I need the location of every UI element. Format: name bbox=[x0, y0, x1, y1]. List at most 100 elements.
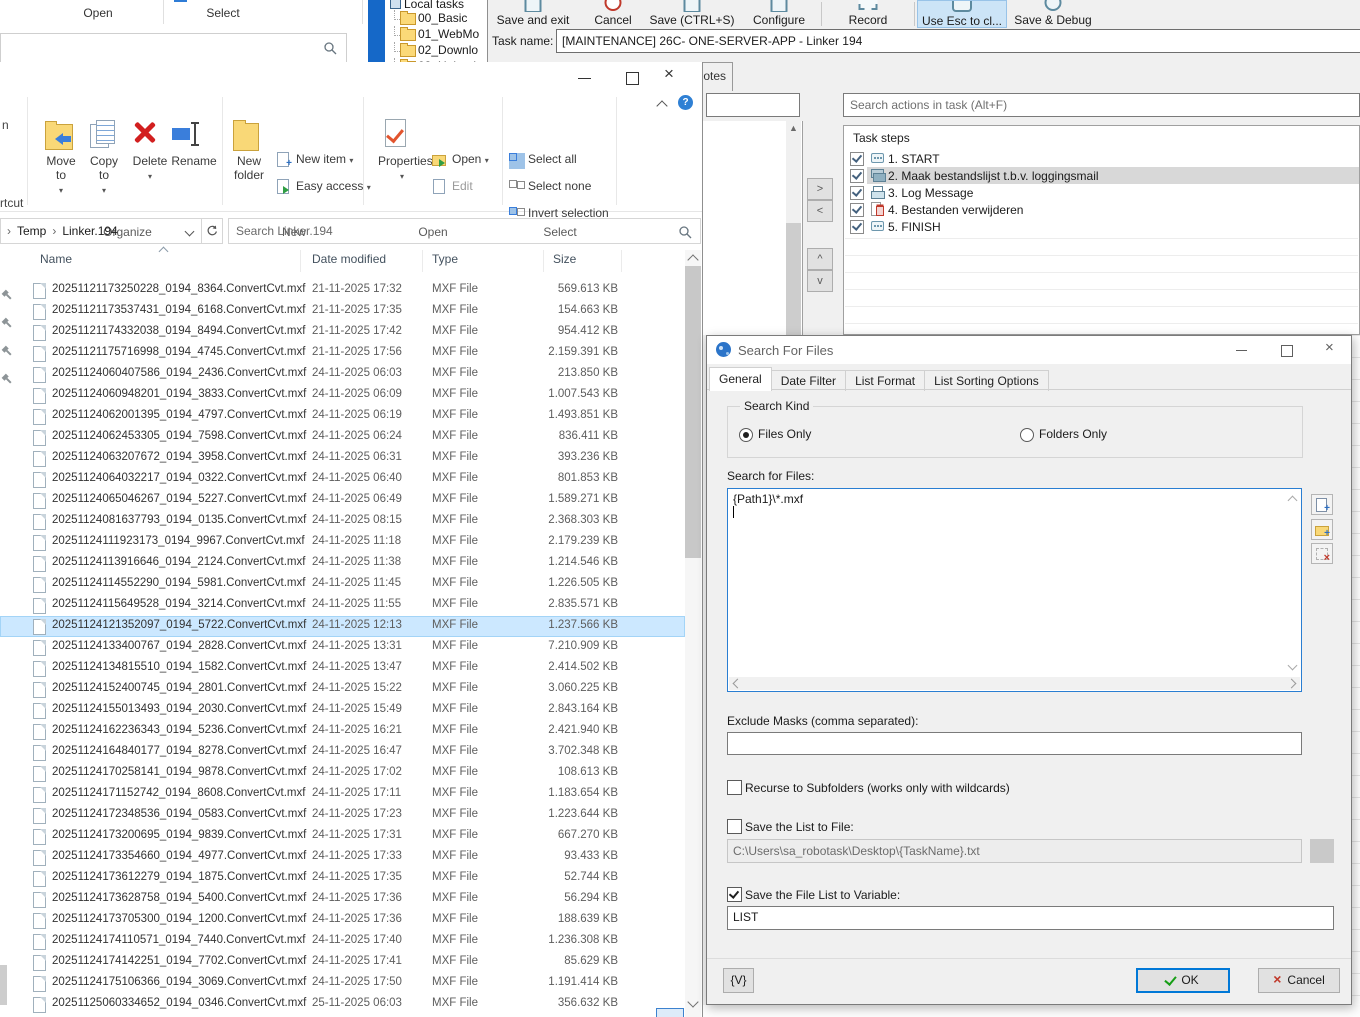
explorer-search-input[interactable]: Search Linker.194 bbox=[228, 218, 701, 244]
step-checkbox[interactable] bbox=[850, 152, 864, 166]
step-checkbox[interactable] bbox=[850, 169, 864, 183]
file-row[interactable]: 20251121174332038_0194_8494.ConvertCvt.m… bbox=[0, 322, 685, 343]
file-row[interactable]: 20251121173250228_0194_8364.ConvertCvt.m… bbox=[0, 280, 685, 301]
column-divider[interactable] bbox=[300, 250, 301, 272]
scroll-up-icon[interactable] bbox=[687, 254, 698, 265]
radio-option-files-only[interactable]: Files Only bbox=[739, 427, 811, 441]
breadcrumb-linker194[interactable]: Linker.194 bbox=[62, 224, 117, 238]
file-row[interactable]: 20251124115649528_0194_3214.ConvertCvt.m… bbox=[0, 595, 685, 616]
file-row[interactable]: 20251124155013493_0194_2030.ConvertCvt.m… bbox=[0, 700, 685, 721]
variable-name-input[interactable]: LIST bbox=[727, 906, 1334, 930]
file-row[interactable]: 20251124174110571_0194_7440.ConvertCvt.m… bbox=[0, 931, 685, 952]
actions-scrollbar[interactable]: ▲ bbox=[786, 121, 801, 335]
column-header-name[interactable]: Name bbox=[40, 252, 72, 266]
rename-button[interactable]: Rename bbox=[170, 116, 218, 168]
file-row[interactable]: 20251124060948201_0194_3833.ConvertCvt.m… bbox=[0, 385, 685, 406]
nav-scrollbar-fragment[interactable] bbox=[0, 965, 7, 1005]
file-row[interactable]: 20251124063207672_0194_3958.ConvertCvt.m… bbox=[0, 448, 685, 469]
file-row[interactable]: 20251124173628758_0194_5400.ConvertCvt.m… bbox=[0, 889, 685, 910]
horizontal-scrollbar[interactable] bbox=[729, 677, 1300, 690]
scrollbar-thumb[interactable] bbox=[786, 223, 801, 335]
file-row[interactable]: 20251124174142251_0194_7702.ConvertCvt.m… bbox=[0, 952, 685, 973]
tree-folder-01_WebMo[interactable]: 01_WebMo bbox=[385, 26, 487, 42]
delete-mask-button[interactable]: × bbox=[1311, 543, 1333, 564]
file-row[interactable]: 20251124134815510_0194_1582.ConvertCvt.m… bbox=[0, 658, 685, 679]
radio-option-folders-only[interactable]: Folders Only bbox=[1020, 427, 1107, 441]
step-checkbox[interactable] bbox=[850, 186, 864, 200]
tab-general[interactable]: General bbox=[709, 367, 772, 391]
tab-list-sorting-options[interactable]: List Sorting Options bbox=[924, 370, 1049, 391]
breadcrumb[interactable]: ›Temp›Linker.194 bbox=[0, 218, 202, 244]
scroll-up-icon[interactable]: ▲ bbox=[786, 121, 801, 136]
dialog-titlebar[interactable]: Search For Files × bbox=[707, 336, 1351, 364]
file-row[interactable]: 20251124062001395_0194_4797.ConvertCvt.m… bbox=[0, 406, 685, 427]
move-step-down-button[interactable]: v bbox=[807, 270, 833, 292]
scroll-down-icon[interactable] bbox=[1288, 661, 1298, 671]
easy-access-button[interactable]: Easy access ▾ bbox=[276, 179, 371, 201]
open-button[interactable]: Open ▾ bbox=[432, 152, 489, 174]
tab-date-filter[interactable]: Date Filter bbox=[771, 370, 846, 391]
task-step[interactable]: 5. FINISH bbox=[844, 218, 1359, 235]
step-body[interactable]: 1. START bbox=[867, 150, 1359, 167]
task-step[interactable]: 4. Bestanden verwijderen bbox=[844, 201, 1359, 218]
file-row[interactable]: 20251124175106366_0194_3069.ConvertCvt.m… bbox=[0, 973, 685, 994]
file-row[interactable]: 20251124081637793_0194_0135.ConvertCvt.m… bbox=[0, 511, 685, 532]
save-list-to-variable-checkbox[interactable] bbox=[727, 887, 742, 902]
select-all-button[interactable]: Select all bbox=[508, 152, 577, 174]
file-row[interactable]: 20251124121352097_0194_5722.ConvertCvt.m… bbox=[0, 616, 685, 637]
minimize-icon[interactable] bbox=[578, 78, 591, 79]
step-body[interactable]: 3. Log Message bbox=[867, 184, 1359, 201]
variables-button[interactable]: {V} bbox=[723, 968, 754, 993]
file-row[interactable]: 20251124113916646_0194_2124.ConvertCvt.m… bbox=[0, 553, 685, 574]
column-divider[interactable] bbox=[422, 250, 423, 272]
file-row[interactable]: 20251124173354660_0194_4977.ConvertCvt.m… bbox=[0, 847, 685, 868]
minimize-icon[interactable] bbox=[1236, 350, 1247, 351]
save-list-to-file-checkbox[interactable] bbox=[727, 819, 742, 834]
copy-to-button[interactable]: Copy to▾ bbox=[84, 116, 124, 196]
task-step[interactable]: 3. Log Message bbox=[844, 184, 1359, 201]
rt-debug-button[interactable]: Save & Debug bbox=[1007, 0, 1099, 28]
rt-record-button[interactable]: Record bbox=[824, 0, 912, 28]
add-file-mask-button[interactable]: + bbox=[1311, 494, 1333, 515]
file-row[interactable]: 20251124114552290_0194_5981.ConvertCvt.m… bbox=[0, 574, 685, 595]
file-row[interactable]: 20251124111923173_0194_9967.ConvertCvt.m… bbox=[0, 532, 685, 553]
rt-configure-button[interactable]: Configure bbox=[739, 0, 819, 28]
actions-filter-input[interactable] bbox=[706, 93, 800, 117]
add-step-button[interactable]: > bbox=[807, 178, 833, 200]
search-pattern-textarea[interactable]: {Path1}\*.mxf bbox=[727, 488, 1302, 692]
column-divider[interactable] bbox=[621, 250, 622, 272]
file-row[interactable]: 20251125060334652_0194_0346.ConvertCvt.m… bbox=[0, 994, 685, 1015]
task-step[interactable]: 2. Maak bestandslijst t.b.v. loggingsmai… bbox=[844, 167, 1359, 184]
task-name-input[interactable]: [MAINTENANCE] 26C- ONE-SERVER-APP - Link… bbox=[556, 29, 1360, 53]
rt-save-button[interactable]: Save (CTRL+S) bbox=[645, 0, 739, 28]
file-row[interactable]: 20251124170258141_0194_9878.ConvertCvt.m… bbox=[0, 763, 685, 784]
file-row[interactable]: 20251124171152742_0194_8608.ConvertCvt.m… bbox=[0, 784, 685, 805]
step-checkbox[interactable] bbox=[850, 203, 864, 217]
remove-step-button[interactable]: < bbox=[807, 200, 833, 222]
file-row[interactable]: 20251124062453305_0194_7598.ConvertCvt.m… bbox=[0, 427, 685, 448]
rt-save-exit-button[interactable]: Save and exit bbox=[485, 0, 581, 28]
move-to-button[interactable]: Move to▾ bbox=[41, 116, 81, 196]
browse-button[interactable] bbox=[1310, 839, 1334, 863]
scroll-left-icon[interactable] bbox=[733, 679, 743, 689]
file-row[interactable]: 20251124133400767_0194_2828.ConvertCvt.m… bbox=[0, 637, 685, 658]
select-none-button[interactable]: Select none bbox=[508, 179, 591, 201]
file-row[interactable]: 20251124162236343_0194_5236.ConvertCvt.m… bbox=[0, 721, 685, 742]
breadcrumb-temp[interactable]: Temp bbox=[17, 224, 46, 238]
maximize-icon[interactable] bbox=[626, 72, 639, 85]
file-row[interactable]: 20251124060407586_0194_2436.ConvertCvt.m… bbox=[0, 364, 685, 385]
column-header-type[interactable]: Type bbox=[432, 252, 458, 266]
rt-cancel-button[interactable]: Cancel bbox=[581, 0, 645, 28]
file-row[interactable]: 20251124065046267_0194_5227.ConvertCvt.m… bbox=[0, 490, 685, 511]
file-row[interactable]: 20251121175716998_0194_4745.ConvertCvt.m… bbox=[0, 343, 685, 364]
tree-folder-02_Downlo[interactable]: 02_Downlo bbox=[385, 42, 487, 58]
edit-button[interactable]: Edit bbox=[432, 179, 473, 201]
step-body[interactable]: 5. FINISH bbox=[867, 218, 1359, 235]
refresh-button[interactable] bbox=[201, 218, 223, 244]
file-row[interactable]: 20251124172348536_0194_0583.ConvertCvt.m… bbox=[0, 805, 685, 826]
move-step-up-button[interactable]: ^ bbox=[807, 248, 833, 270]
column-header-size[interactable]: Size bbox=[553, 252, 576, 266]
tab-list-format[interactable]: List Format bbox=[845, 370, 925, 391]
close-icon[interactable]: × bbox=[1325, 339, 1334, 356]
save-list-path-input[interactable]: C:\Users\sa_robotask\Desktop\{TaskName}.… bbox=[727, 839, 1302, 863]
